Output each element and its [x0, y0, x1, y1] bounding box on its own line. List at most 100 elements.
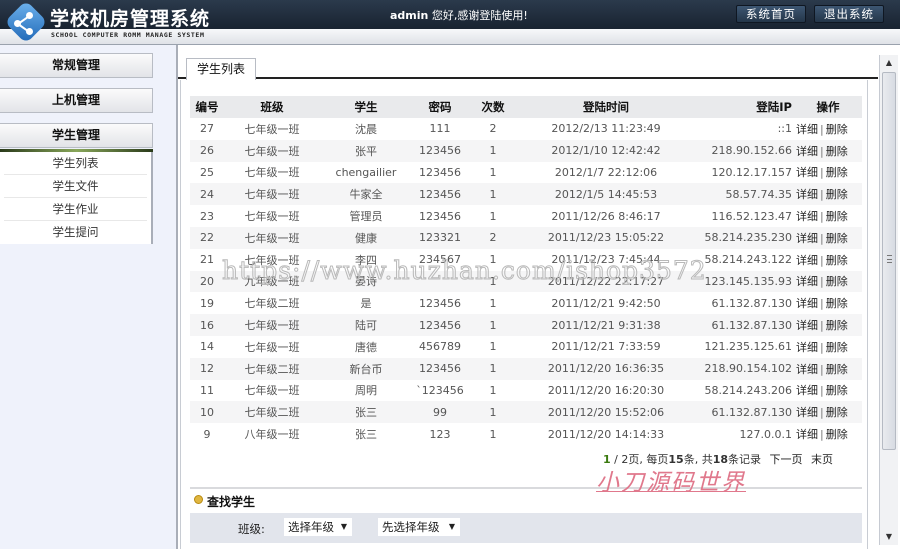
- delete-link[interactable]: 删除: [826, 166, 848, 179]
- column-header-login-ip[interactable]: 登陆IP: [694, 96, 794, 118]
- cell-student: 新台币: [320, 357, 412, 380]
- tab-student-list[interactable]: 学生列表: [186, 58, 256, 80]
- column-header-login-time[interactable]: 登陆时间: [518, 96, 694, 118]
- pager-next-link[interactable]: 下一页: [770, 453, 803, 466]
- detail-link[interactable]: 详细: [796, 232, 818, 245]
- delete-link[interactable]: 删除: [826, 341, 848, 354]
- detail-link[interactable]: 详细: [796, 123, 818, 136]
- cell-password: 123456: [412, 357, 468, 380]
- cell-count: 1: [468, 139, 518, 162]
- section-divider: [190, 487, 862, 489]
- cell-login-ip: 58.57.74.35: [694, 183, 794, 206]
- table-header-row: 编号 班级 学生 密码 次数 登陆时间 登陆IP 操作: [190, 96, 862, 118]
- cell-login-time: 2011/12/20 14:14:33: [547, 427, 665, 441]
- logout-button[interactable]: 退出系统: [814, 5, 884, 23]
- column-header-id[interactable]: 编号: [190, 96, 224, 118]
- cell-count: 1: [489, 296, 497, 310]
- delete-link[interactable]: 删除: [826, 232, 848, 245]
- delete-link[interactable]: 删除: [826, 123, 848, 136]
- detail-link[interactable]: 详细: [796, 384, 818, 397]
- cell-student: 沈晨: [355, 122, 377, 136]
- cell-login-ip: 58.214.243.122: [704, 253, 792, 267]
- column-header-student[interactable]: 学生: [320, 96, 412, 118]
- cell-login-ip: 58.214.243.206: [704, 383, 792, 397]
- cell-count: 1: [468, 357, 518, 380]
- column-header-class[interactable]: 班级: [224, 96, 320, 118]
- scroll-down-arrow-icon[interactable]: ▼: [880, 529, 898, 545]
- detail-link[interactable]: 详细: [796, 428, 818, 441]
- action-separator: |: [820, 406, 824, 420]
- detail-link[interactable]: 详细: [796, 275, 818, 288]
- delete-link[interactable]: 删除: [826, 275, 848, 288]
- detail-link[interactable]: 详细: [796, 188, 818, 201]
- class-select[interactable]: 先选择年级 ▼: [378, 518, 460, 536]
- detail-link[interactable]: 详细: [796, 166, 818, 179]
- detail-link[interactable]: 详细: [796, 363, 818, 376]
- column-header-password[interactable]: 密码: [412, 96, 468, 118]
- cell-password: [412, 270, 468, 293]
- grade-select-value: 选择年级: [288, 520, 334, 534]
- delete-link[interactable]: 删除: [826, 254, 848, 267]
- cell-id: 16: [190, 314, 224, 336]
- sidebar-item-student-questions[interactable]: 学生提问: [4, 221, 147, 244]
- delete-link[interactable]: 删除: [826, 145, 848, 158]
- detail-link[interactable]: 详细: [796, 341, 818, 354]
- cell-actions: 详细 | 删除: [794, 357, 862, 380]
- delete-link[interactable]: 删除: [826, 363, 848, 376]
- sidebar-item-student-list[interactable]: 学生列表: [4, 152, 147, 175]
- detail-link[interactable]: 详细: [796, 145, 818, 158]
- sidebar-group-general[interactable]: 常规管理: [0, 53, 153, 78]
- cell-actions: 详细 | 删除: [794, 249, 862, 271]
- system-home-button[interactable]: 系统首页: [736, 5, 806, 23]
- scroll-up-arrow-icon[interactable]: ▲: [880, 55, 898, 71]
- delete-link[interactable]: 删除: [826, 210, 848, 223]
- sidebar-group-student-management[interactable]: 学生管理: [0, 123, 153, 148]
- scrollbar-thumb[interactable]: [882, 72, 896, 450]
- cell-id: 12: [190, 357, 224, 380]
- cell-actions: 详细 | 删除: [794, 226, 862, 249]
- cell-login-time: 2011/12/23 15:05:22: [518, 226, 694, 249]
- table-row: 26 七年级一班 张平 123456 1 2012/1/10 12:42:42 218.90…: [190, 139, 862, 162]
- detail-link[interactable]: 详细: [796, 406, 818, 419]
- delete-link[interactable]: 删除: [826, 319, 848, 332]
- action-separator: |: [820, 340, 824, 354]
- vertical-scrollbar[interactable]: ▲ ▼: [879, 55, 898, 545]
- sidebar-submenu: 学生列表 学生文件 学生作业 学生提问: [0, 152, 153, 244]
- cell-id: 21: [200, 253, 214, 267]
- sidebar-item-student-files[interactable]: 学生文件: [4, 175, 147, 198]
- cell-id: 9: [203, 427, 211, 441]
- table-row: 14 七年级一班 唐德 456789 1 2011/12/21 7:33:59 121.23…: [190, 336, 862, 358]
- cell-login-time: 2011/12/21 9:42:50: [551, 296, 661, 310]
- cell-id: 26: [190, 139, 224, 162]
- detail-link[interactable]: 详细: [796, 297, 818, 310]
- detail-link[interactable]: 详细: [796, 254, 818, 267]
- cell-password: 123456: [412, 139, 468, 162]
- detail-link[interactable]: 详细: [796, 319, 818, 332]
- action-separator: |: [820, 297, 824, 311]
- cell-student: 牛家全: [320, 183, 412, 206]
- cell-count: 2: [468, 226, 518, 249]
- action-separator: |: [820, 319, 824, 333]
- detail-link[interactable]: 详细: [796, 210, 818, 223]
- pager-last-link[interactable]: 末页: [811, 453, 833, 466]
- table-row: 19 七年级二班 是 123456 1 2011/12/21 9:42:50 61.132.…: [190, 292, 862, 314]
- cell-actions: 详细 | 删除: [794, 336, 862, 358]
- column-header-count[interactable]: 次数: [468, 96, 518, 118]
- cell-student: 管理员: [349, 210, 383, 224]
- table-row: 12 七年级二班 新台币 123456 1 2011/12/20 16:36:35 218.…: [190, 357, 862, 380]
- cell-class: 七年级一班: [224, 226, 320, 249]
- cell-login-time: 2012/1/5 14:45:53: [518, 183, 694, 206]
- cell-login-ip: 218.90.154.102: [694, 357, 794, 380]
- delete-link[interactable]: 删除: [826, 297, 848, 310]
- delete-link[interactable]: 删除: [826, 188, 848, 201]
- delete-link[interactable]: 删除: [826, 428, 848, 441]
- cell-student: chengailier: [335, 165, 397, 179]
- delete-link[interactable]: 删除: [826, 384, 848, 397]
- action-separator: |: [820, 362, 824, 376]
- sidebar-item-student-homework[interactable]: 学生作业: [4, 198, 147, 221]
- sidebar-group-computer-usage[interactable]: 上机管理: [0, 88, 153, 113]
- cell-password: 123456: [412, 183, 468, 206]
- cell-count: 1: [468, 183, 518, 206]
- delete-link[interactable]: 删除: [826, 406, 848, 419]
- grade-select[interactable]: 选择年级 ▼: [284, 518, 352, 536]
